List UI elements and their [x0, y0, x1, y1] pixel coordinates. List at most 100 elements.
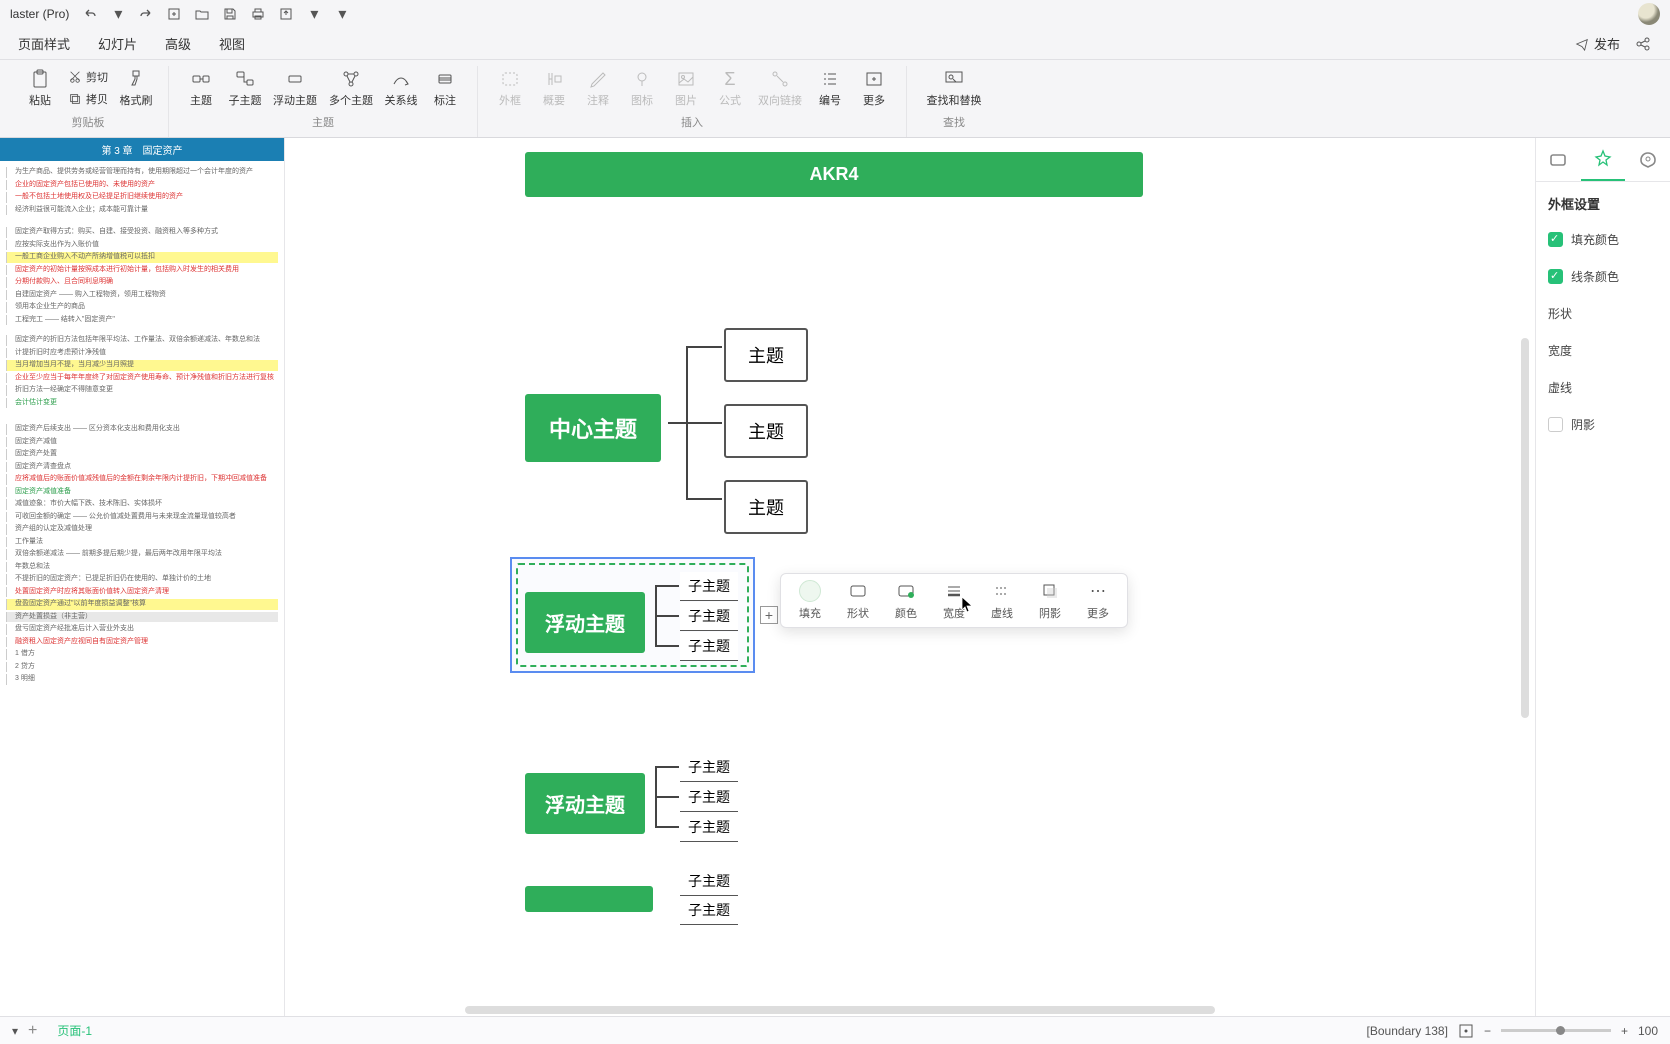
ft-shadow[interactable]: 阴影 — [1031, 580, 1069, 621]
title-node[interactable]: AKR4 — [525, 152, 1143, 197]
floating-topic-button[interactable]: 浮动主题 — [269, 66, 321, 110]
fit-screen-icon[interactable] — [1458, 1023, 1474, 1039]
save-icon[interactable] — [221, 5, 239, 23]
rpanel-dash[interactable]: 虚线 — [1536, 369, 1670, 406]
subtopic-node[interactable]: 子主题 — [680, 602, 738, 631]
formula-button[interactable]: Σ公式 — [710, 66, 750, 110]
image-button[interactable]: 图片 — [666, 66, 706, 110]
format-painter-button[interactable]: 格式刷 — [116, 66, 156, 110]
rpanel-shadow[interactable]: 阴影 — [1536, 406, 1670, 443]
subtopic-node[interactable]: 子主题 — [680, 783, 738, 812]
subtopic-node[interactable]: 子主题 — [680, 632, 738, 661]
marker-button[interactable]: 标注 — [425, 66, 465, 110]
outline-body: 为生产商品、提供劳务或经营管理而持有，使用期限超过一个会计年度的资产 企业的固定… — [0, 161, 284, 693]
ft-color[interactable]: 颜色 — [887, 580, 925, 621]
redo-icon[interactable] — [137, 5, 155, 23]
outline-header: 第 3 章 固定资产 — [0, 138, 284, 161]
print-icon[interactable] — [249, 5, 267, 23]
center-topic-node[interactable]: 中心主题 — [525, 394, 661, 462]
horizontal-scrollbar[interactable] — [465, 1006, 1215, 1014]
summary-button[interactable]: 概要 — [534, 66, 574, 110]
checkbox-icon[interactable] — [1548, 269, 1563, 284]
undo-dropdown-icon[interactable]: ▾ — [109, 5, 127, 23]
child-topic-node[interactable]: 主题 — [724, 404, 808, 458]
page-tab[interactable]: 页面-1 — [47, 1020, 102, 1041]
ribbon-group-label: 剪贴板 — [72, 114, 105, 130]
more-insert-button[interactable]: 更多 — [854, 66, 894, 110]
menu-page-style[interactable]: 页面样式 — [18, 34, 70, 53]
share-icon[interactable] — [1634, 35, 1652, 53]
cut-button[interactable]: 剪切 — [64, 66, 112, 88]
vertical-scrollbar[interactable] — [1521, 338, 1529, 718]
export-dropdown-icon[interactable]: ▾ — [305, 5, 323, 23]
checkbox-icon[interactable] — [1548, 417, 1563, 432]
child-topic-node[interactable]: 主题 — [724, 480, 808, 534]
topic-button[interactable]: 主题 — [181, 66, 221, 110]
rpanel-tab-frame-icon[interactable] — [1536, 138, 1581, 181]
ft-shape[interactable]: 形状 — [839, 580, 877, 621]
rpanel-tab-tag-icon[interactable] — [1625, 138, 1670, 181]
statusbar: ▾ + 页面-1 [Boundary 138] − + 100 — [0, 1016, 1670, 1044]
sb-add-page-icon[interactable]: + — [28, 1022, 37, 1040]
ribbon-group-label: 主题 — [312, 114, 334, 130]
twoway-link-button[interactable]: 双向链接 — [754, 66, 806, 110]
ribbon-group-label: 查找 — [943, 114, 965, 130]
add-subtopic-handle[interactable]: + — [760, 606, 778, 624]
note-button[interactable]: 注释 — [578, 66, 618, 110]
export-icon[interactable] — [277, 5, 295, 23]
floating-topic-node[interactable]: 浮动主题 — [525, 592, 645, 653]
ribbon-group-topic: 主题 子主题 浮动主题 多个主题 关系线 标注 主题 — [169, 66, 478, 137]
icon-button[interactable]: 图标 — [622, 66, 662, 110]
menu-slideshow[interactable]: 幻灯片 — [98, 34, 137, 53]
menubar: 页面样式 幻灯片 高级 视图 发布 — [0, 28, 1670, 60]
floating-topic-node[interactable] — [525, 886, 653, 912]
publish-label: 发布 — [1594, 34, 1620, 53]
child-topic-node[interactable]: 主题 — [724, 328, 808, 382]
frame-button[interactable]: 外框 — [490, 66, 530, 110]
menu-advanced[interactable]: 高级 — [165, 34, 191, 53]
open-icon[interactable] — [193, 5, 211, 23]
subtopic-node[interactable]: 子主题 — [680, 572, 738, 601]
avatar[interactable] — [1638, 3, 1660, 25]
zoom-in-icon[interactable]: + — [1621, 1024, 1628, 1038]
subtopic-button[interactable]: 子主题 — [225, 66, 265, 110]
menu-view[interactable]: 视图 — [219, 34, 245, 53]
ribbon: 粘贴 剪切 拷贝 格式刷 剪贴板 主题 子主题 浮动主题 多个主题 关系线 标注… — [0, 60, 1670, 138]
subtopic-node[interactable]: 子主题 — [680, 813, 738, 842]
number-button[interactable]: 编号 — [810, 66, 850, 110]
app-title: laster (Pro) — [10, 7, 69, 21]
ft-dash[interactable]: 虚线 — [983, 580, 1021, 621]
ft-width[interactable]: 宽度 — [935, 580, 973, 621]
subtopic-node[interactable]: 子主题 — [680, 867, 738, 896]
floating-toolbar: 填充 形状 颜色 宽度 虚线 阴影 ⋯更多 — [780, 573, 1128, 628]
ribbon-group-label: 插入 — [681, 114, 703, 130]
rpanel-fill-color[interactable]: 填充颜色 — [1536, 221, 1670, 258]
rpanel-line-color[interactable]: 线条颜色 — [1536, 258, 1670, 295]
floating-topic-node[interactable]: 浮动主题 — [525, 773, 645, 834]
relation-button[interactable]: 关系线 — [381, 66, 421, 110]
publish-button[interactable]: 发布 — [1575, 34, 1620, 53]
subtopic-node[interactable]: 子主题 — [680, 753, 738, 782]
ft-fill[interactable]: 填充 — [791, 580, 829, 621]
checkbox-icon[interactable] — [1548, 232, 1563, 247]
ribbon-group-insert: 外框 概要 注释 图标 图片 Σ公式 双向链接 编号 更多 插入 — [478, 66, 907, 137]
zoom-slider[interactable] — [1501, 1029, 1611, 1032]
boundary-status: [Boundary 138] — [1367, 1024, 1448, 1038]
new-icon[interactable] — [165, 5, 183, 23]
copy-button[interactable]: 拷贝 — [64, 88, 112, 110]
undo-icon[interactable] — [81, 5, 99, 23]
rpanel-width[interactable]: 宽度 — [1536, 332, 1670, 369]
multi-topic-button[interactable]: 多个主题 — [325, 66, 377, 110]
zoom-out-icon[interactable]: − — [1484, 1024, 1491, 1038]
rpanel-shape[interactable]: 形状 — [1536, 295, 1670, 332]
ft-more[interactable]: ⋯更多 — [1079, 580, 1117, 621]
paste-button[interactable]: 粘贴 — [20, 66, 60, 110]
sb-dropdown-icon[interactable]: ▾ — [12, 1024, 18, 1038]
more-dropdown-icon[interactable]: ▾ — [333, 5, 351, 23]
find-replace-button[interactable]: 查找和替换 — [919, 66, 989, 110]
outline-panel[interactable]: 第 3 章 固定资产 为生产商品、提供劳务或经营管理而持有，使用期限超过一个会计… — [0, 138, 285, 1016]
titlebar: laster (Pro) ▾ ▾ ▾ — [0, 0, 1670, 28]
subtopic-node[interactable]: 子主题 — [680, 896, 738, 925]
canvas[interactable]: AKR4 中心主题 主题 主题 主题 浮动主题 子主题 子主题 子主题 + 填充… — [285, 138, 1535, 1016]
rpanel-tab-ai-icon[interactable] — [1581, 138, 1626, 181]
